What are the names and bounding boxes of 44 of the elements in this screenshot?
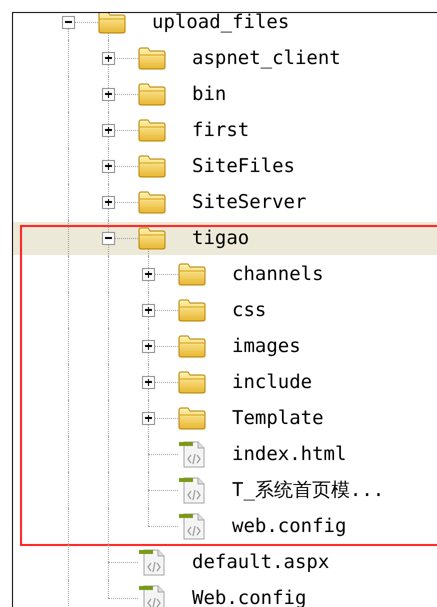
folder-icon — [138, 154, 166, 178]
expand-button[interactable] — [102, 52, 115, 64]
expand-button[interactable] — [102, 196, 115, 208]
expand-button[interactable] — [102, 88, 115, 100]
file-name[interactable]: web.config — [232, 516, 346, 536]
file-icon — [138, 548, 166, 576]
expand-button[interactable] — [102, 160, 115, 172]
folder-icon — [138, 190, 166, 214]
folder-name[interactable]: bin — [192, 84, 226, 104]
folder-icon — [178, 334, 206, 358]
collapse-button[interactable] — [102, 232, 115, 244]
folder-icon — [178, 370, 206, 394]
folder-icon — [98, 13, 126, 34]
folder-name[interactable]: SiteServer — [192, 192, 306, 212]
folder-name[interactable]: css — [232, 300, 266, 320]
expand-button[interactable] — [142, 304, 155, 316]
expand-button[interactable] — [142, 412, 155, 424]
folder-name[interactable]: aspnet_client — [192, 48, 341, 68]
file-name[interactable]: T_系统首页模... — [232, 480, 384, 500]
folder-icon — [178, 406, 206, 430]
file-icon — [178, 512, 206, 540]
folder-name[interactable]: Template — [232, 408, 324, 428]
folder-name[interactable]: first — [192, 120, 250, 140]
folder-name[interactable]: SiteFiles — [192, 156, 295, 176]
folder-name[interactable]: tigao — [192, 228, 250, 248]
folder-name[interactable]: images — [232, 336, 301, 356]
file-name[interactable]: default.aspx — [192, 552, 330, 572]
file-icon — [178, 476, 206, 504]
folder-name[interactable]: include — [232, 372, 312, 392]
folder-icon — [138, 226, 166, 250]
expand-button[interactable] — [142, 268, 155, 280]
expand-button[interactable] — [102, 124, 115, 136]
file-icon — [178, 440, 206, 468]
folder-icon — [138, 118, 166, 142]
collapse-button[interactable] — [62, 16, 75, 28]
file-name[interactable]: index.html — [232, 444, 346, 464]
expand-button[interactable] — [142, 376, 155, 388]
folder-icon — [138, 46, 166, 70]
expand-button[interactable] — [142, 340, 155, 352]
folder-icon — [178, 298, 206, 322]
folder-icon — [138, 82, 166, 106]
folder-icon — [178, 262, 206, 286]
folder-name[interactable]: upload_files — [152, 13, 290, 32]
folder-name[interactable]: channels — [232, 264, 324, 284]
